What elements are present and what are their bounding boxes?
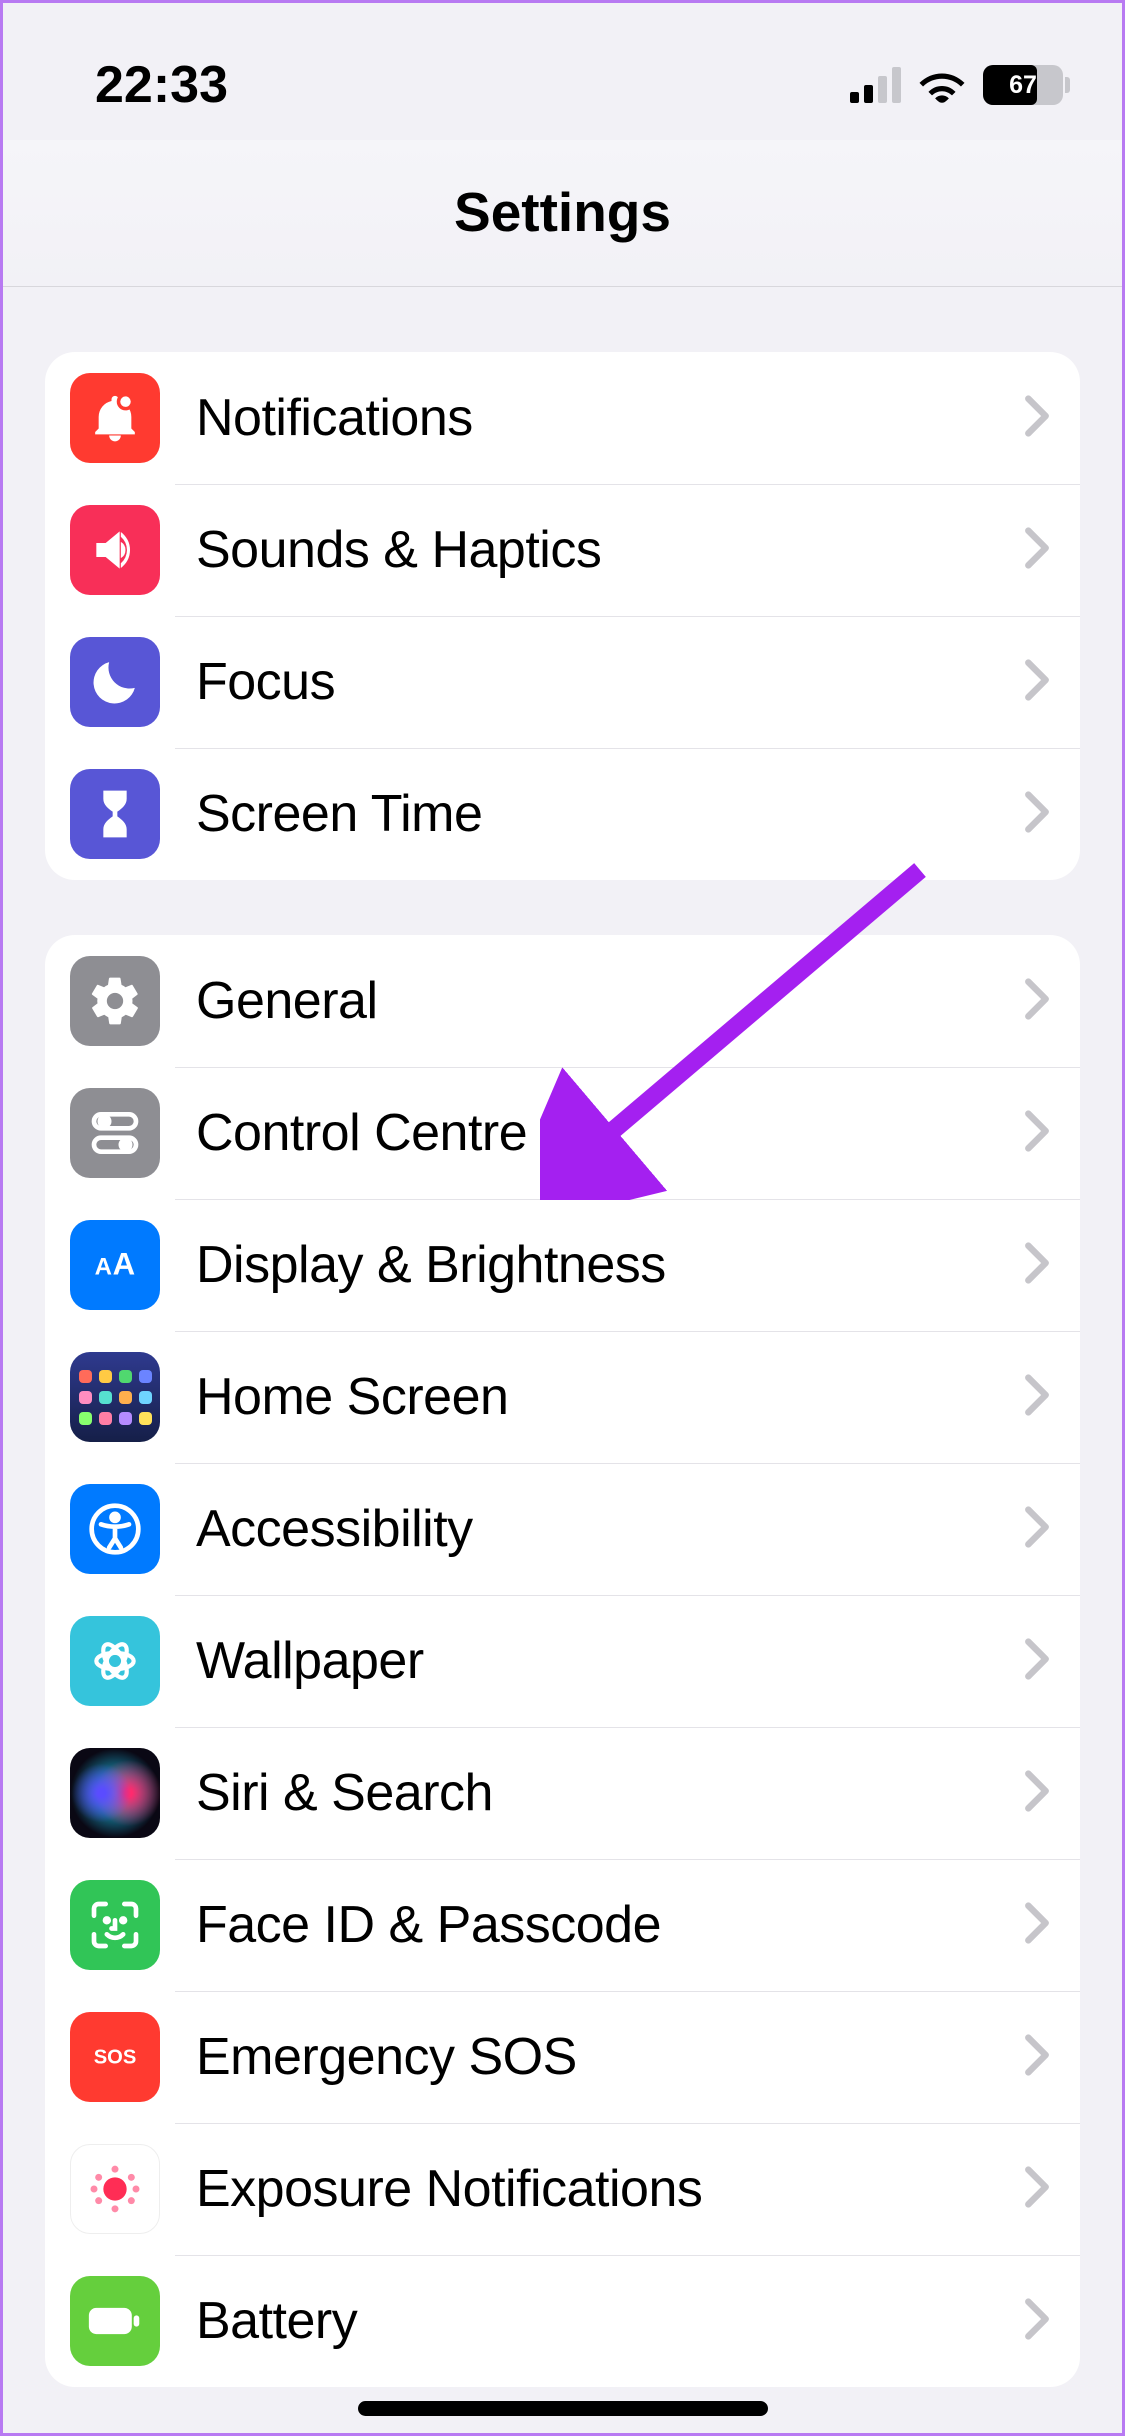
row-exposure-notifications[interactable]: Exposure Notifications: [45, 2123, 1080, 2255]
row-focus[interactable]: Focus: [45, 616, 1080, 748]
wallpaper-icon: [70, 1616, 160, 1706]
general-icon: [70, 956, 160, 1046]
row-label: Face ID & Passcode: [196, 1895, 1024, 1955]
svg-text:A: A: [95, 1254, 112, 1281]
row-accessibility[interactable]: Accessibility: [45, 1463, 1080, 1595]
screen-time-icon: [70, 769, 160, 859]
status-bar: 22:33 67: [0, 0, 1125, 140]
row-notifications[interactable]: Notifications: [45, 352, 1080, 484]
row-label: Screen Time: [196, 784, 1024, 844]
row-label: General: [196, 971, 1024, 1031]
chevron-right-icon: [1024, 1769, 1050, 1818]
face-id-icon: [70, 1880, 160, 1970]
sounds-icon: [70, 505, 160, 595]
row-label: Accessibility: [196, 1499, 1024, 1559]
row-sounds-haptics[interactable]: Sounds & Haptics: [45, 484, 1080, 616]
row-label: Wallpaper: [196, 1631, 1024, 1691]
svg-text:SOS: SOS: [94, 2047, 137, 2069]
chevron-right-icon: [1024, 1505, 1050, 1554]
status-right: 67: [850, 65, 1070, 105]
chevron-right-icon: [1024, 1373, 1050, 1422]
svg-text:A: A: [113, 1247, 136, 1282]
chevron-right-icon: [1024, 977, 1050, 1026]
sos-icon: SOS: [70, 2012, 160, 2102]
status-time: 22:33: [95, 55, 228, 115]
chevron-right-icon: [1024, 1901, 1050, 1950]
nav-bar: Settings: [0, 140, 1125, 287]
chevron-right-icon: [1024, 1109, 1050, 1158]
row-emergency-sos[interactable]: SOS Emergency SOS: [45, 1991, 1080, 2123]
exposure-icon: [70, 2144, 160, 2234]
row-label: Exposure Notifications: [196, 2159, 1024, 2219]
row-label: Sounds & Haptics: [196, 520, 1024, 580]
page-title: Settings: [0, 180, 1125, 244]
battery-level: 67: [983, 71, 1063, 100]
row-display-brightness[interactable]: AA Display & Brightness: [45, 1199, 1080, 1331]
chevron-right-icon: [1024, 1637, 1050, 1686]
chevron-right-icon: [1024, 2297, 1050, 2346]
row-label: Focus: [196, 652, 1024, 712]
row-label: Notifications: [196, 388, 1024, 448]
row-general[interactable]: General: [45, 935, 1080, 1067]
row-label: Home Screen: [196, 1367, 1024, 1427]
row-siri-search[interactable]: Siri & Search: [45, 1727, 1080, 1859]
row-label: Battery: [196, 2291, 1024, 2351]
chevron-right-icon: [1024, 526, 1050, 575]
row-home-screen[interactable]: Home Screen: [45, 1331, 1080, 1463]
settings-group-1: Notifications Sounds & Haptics Focus Scr…: [45, 352, 1080, 880]
row-control-centre[interactable]: Control Centre: [45, 1067, 1080, 1199]
accessibility-icon: [70, 1484, 160, 1574]
display-icon: AA: [70, 1220, 160, 1310]
cellular-signal-icon: [850, 67, 901, 103]
chevron-right-icon: [1024, 2033, 1050, 2082]
focus-icon: [70, 637, 160, 727]
notifications-icon: [70, 373, 160, 463]
row-wallpaper[interactable]: Wallpaper: [45, 1595, 1080, 1727]
row-label: Siri & Search: [196, 1763, 1024, 1823]
chevron-right-icon: [1024, 658, 1050, 707]
row-label: Control Centre: [196, 1103, 1024, 1163]
control-centre-icon: [70, 1088, 160, 1178]
chevron-right-icon: [1024, 394, 1050, 443]
battery-settings-icon: [70, 2276, 160, 2366]
row-label: Emergency SOS: [196, 2027, 1024, 2087]
row-screen-time[interactable]: Screen Time: [45, 748, 1080, 880]
chevron-right-icon: [1024, 1241, 1050, 1290]
settings-group-2: General Control Centre AA Display & Brig…: [45, 935, 1080, 2387]
row-battery[interactable]: Battery: [45, 2255, 1080, 2387]
home-indicator[interactable]: [358, 2401, 768, 2416]
chevron-right-icon: [1024, 790, 1050, 839]
siri-icon: [70, 1748, 160, 1838]
wifi-icon: [917, 66, 967, 104]
battery-icon: 67: [983, 65, 1070, 105]
home-screen-icon: [70, 1352, 160, 1442]
row-face-id-passcode[interactable]: Face ID & Passcode: [45, 1859, 1080, 1991]
chevron-right-icon: [1024, 2165, 1050, 2214]
row-label: Display & Brightness: [196, 1235, 1024, 1295]
